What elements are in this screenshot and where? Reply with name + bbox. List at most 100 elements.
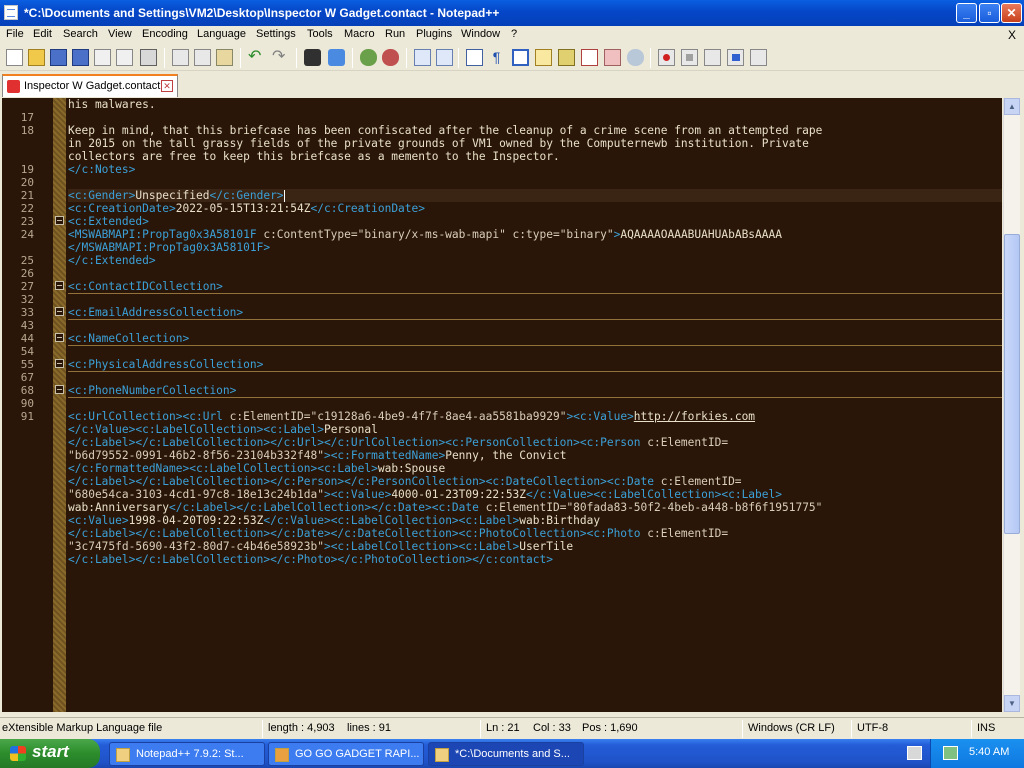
fold-marker-icon[interactable] — [55, 281, 64, 290]
code-line: Keep in mind, that this briefcase has be… — [68, 124, 823, 137]
url-link[interactable]: http://forkies.com — [634, 410, 755, 423]
scroll-down-icon[interactable]: ▼ — [1004, 695, 1020, 712]
clock[interactable]: 5:40 AM — [969, 746, 1009, 758]
start-label: start — [32, 742, 69, 761]
close-icon[interactable] — [94, 49, 111, 66]
status-separator — [742, 720, 743, 738]
line-number: 26 — [20, 267, 34, 280]
notepad-app-icon[interactable] — [4, 5, 18, 20]
fold-marker-icon[interactable] — [55, 216, 64, 225]
sync-h-icon[interactable] — [436, 49, 453, 66]
vertical-scrollbar[interactable]: ▲ ▼ — [1003, 98, 1020, 712]
show-all-chars-icon[interactable]: ¶ — [488, 49, 505, 66]
sync-v-icon[interactable] — [414, 49, 431, 66]
tab-inspector-w-gadget[interactable]: Inspector W Gadget.contact ✕ — [2, 74, 178, 97]
fold-marker-icon[interactable] — [55, 307, 64, 316]
find-icon[interactable] — [304, 49, 321, 66]
close-all-icon[interactable] — [116, 49, 133, 66]
menu-settings[interactable]: Settings — [256, 28, 296, 40]
folder-icon — [275, 748, 289, 762]
window-title: *C:\Documents and Settings\VM2\Desktop\I… — [24, 6, 500, 20]
replace-icon[interactable] — [328, 49, 345, 66]
code-line: <c:Extended> — [68, 215, 149, 228]
taskbar-item-gadget[interactable]: GO GO GADGET RAPI... — [268, 742, 424, 766]
tab-bar: Inspector W Gadget.contact ✕ — [0, 71, 1024, 98]
play-macro-icon[interactable] — [704, 49, 721, 66]
status-eol[interactable]: Windows (CR LF) — [748, 722, 835, 734]
menu-encoding[interactable]: Encoding — [142, 28, 188, 40]
taskbar-item-notepad[interactable]: Notepad++ 7.9.2: St... — [109, 742, 265, 766]
scroll-up-icon[interactable]: ▲ — [1004, 98, 1020, 115]
tab-close-icon[interactable]: ✕ — [161, 80, 173, 92]
menu-macro[interactable]: Macro — [344, 28, 375, 40]
title-bar[interactable]: *C:\Documents and Settings\VM2\Desktop\I… — [0, 0, 1024, 26]
save-icon[interactable] — [50, 49, 67, 66]
paste-icon[interactable] — [216, 49, 233, 66]
doc-map-icon[interactable] — [558, 49, 575, 66]
fold-line — [68, 345, 1002, 346]
redo-icon[interactable]: ↷ — [272, 49, 289, 66]
udl-icon[interactable] — [535, 49, 552, 66]
line-number: 23 — [20, 215, 34, 228]
save-all-icon[interactable] — [72, 49, 89, 66]
line-number: 67 — [20, 371, 34, 384]
open-file-icon[interactable] — [28, 49, 45, 66]
copy-icon[interactable] — [194, 49, 211, 66]
zoom-out-icon[interactable] — [382, 49, 399, 66]
print-icon[interactable] — [140, 49, 157, 66]
network-icon[interactable] — [943, 746, 958, 760]
line-number-gutter: 17 18 19 20 21 22 23 24 25 26 27 32 33 4… — [2, 98, 53, 712]
fold-line — [68, 397, 1002, 398]
new-file-icon[interactable] — [6, 49, 23, 66]
status-insert-mode[interactable]: INS — [977, 722, 995, 734]
menu-search[interactable]: Search — [63, 28, 98, 40]
code-line: collectors are free to keep this briefca… — [68, 150, 560, 163]
function-list-icon[interactable] — [581, 49, 598, 66]
keyboard-icon[interactable] — [907, 746, 922, 760]
menu-file[interactable]: File — [6, 28, 24, 40]
line-number: 32 — [20, 293, 34, 306]
fold-marker-icon[interactable] — [55, 333, 64, 342]
close-document-x[interactable]: X — [1008, 28, 1016, 42]
toolbar-separator — [352, 48, 353, 68]
menu-window[interactable]: Window — [461, 28, 500, 40]
status-encoding[interactable]: UTF-8 — [857, 722, 888, 734]
scroll-thumb[interactable] — [1004, 234, 1020, 534]
menu-run[interactable]: Run — [385, 28, 405, 40]
monitor-icon[interactable] — [627, 49, 644, 66]
code-text[interactable]: his malwares. Keep in mind, that this br… — [68, 98, 1002, 712]
minimize-button[interactable]: _ — [956, 3, 977, 23]
line-number: 68 — [20, 384, 34, 397]
save-macro-icon[interactable] — [750, 49, 767, 66]
start-button[interactable]: start — [0, 739, 100, 768]
run-macro-multiple-icon[interactable] — [727, 49, 744, 66]
cut-icon[interactable] — [172, 49, 189, 66]
menu-view[interactable]: View — [108, 28, 132, 40]
maximize-button[interactable]: ▫ — [979, 3, 1000, 23]
folder-workspace-icon[interactable] — [604, 49, 621, 66]
indent-guide-icon[interactable] — [512, 49, 529, 66]
fold-marker-icon[interactable] — [55, 385, 64, 394]
menu-bar: File Edit Search View Encoding Language … — [0, 26, 1024, 44]
fold-marker-icon[interactable] — [55, 359, 64, 368]
menu-plugins[interactable]: Plugins — [416, 28, 452, 40]
close-button[interactable]: ✕ — [1001, 3, 1022, 23]
code-line: in 2015 on the tall grassy fields of the… — [68, 137, 809, 150]
zoom-in-icon[interactable] — [360, 49, 377, 66]
menu-help[interactable]: ? — [511, 28, 517, 40]
menu-edit[interactable]: Edit — [33, 28, 52, 40]
word-wrap-icon[interactable] — [466, 49, 483, 66]
line-number: 44 — [20, 332, 34, 345]
line-number: 18 — [20, 124, 34, 137]
editor-area[interactable]: 17 18 19 20 21 22 23 24 25 26 27 32 33 4… — [2, 98, 1002, 712]
taskbar-item-documents[interactable]: *C:\Documents and S... — [428, 742, 584, 766]
undo-icon[interactable]: ↶ — [248, 49, 265, 66]
menu-tools[interactable]: Tools — [307, 28, 333, 40]
record-macro-icon[interactable] — [658, 49, 675, 66]
stop-record-icon[interactable] — [681, 49, 698, 66]
code-line: </c:Value><c:LabelCollection><c:Label>Pe… — [68, 423, 378, 436]
menu-language[interactable]: Language — [197, 28, 246, 40]
fold-margin[interactable] — [53, 98, 66, 712]
code-line: <c:CreationDate>2022-05-15T13:21:54Z</c:… — [68, 202, 426, 215]
line-number: 17 — [20, 111, 34, 124]
